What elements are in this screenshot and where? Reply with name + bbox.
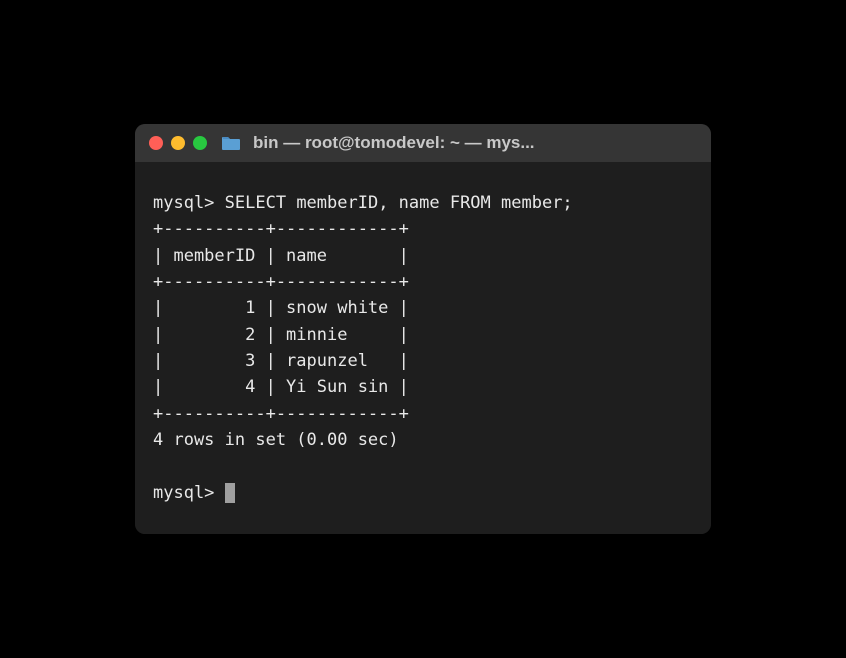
cursor-icon xyxy=(225,483,235,503)
table-row: | 3 | rapunzel | xyxy=(153,351,409,371)
maximize-icon[interactable] xyxy=(193,136,207,150)
table-row: | 4 | Yi Sun sin | xyxy=(153,377,409,397)
sql-query: SELECT memberID, name FROM member; xyxy=(225,193,573,213)
folder-icon xyxy=(221,134,241,152)
minimize-icon[interactable] xyxy=(171,136,185,150)
table-border: +----------+------------+ xyxy=(153,219,409,239)
status-text: 4 rows in set (0.00 sec) xyxy=(153,430,399,450)
table-border: +----------+------------+ xyxy=(153,272,409,292)
table-border: +----------+------------+ xyxy=(153,404,409,424)
window-title: bin — root@tomodevel: ~ — mys... xyxy=(253,133,535,153)
table-row: | 1 | snow white | xyxy=(153,298,409,318)
table-header: | memberID | name | xyxy=(153,246,409,266)
sql-prompt: mysql> xyxy=(153,193,214,213)
terminal-body[interactable]: mysql> SELECT memberID, name FROM member… xyxy=(135,162,711,534)
sql-prompt: mysql> xyxy=(153,483,225,503)
title-bar[interactable]: bin — root@tomodevel: ~ — mys... xyxy=(135,124,711,162)
terminal-window: bin — root@tomodevel: ~ — mys... mysql> … xyxy=(135,124,711,534)
close-icon[interactable] xyxy=(149,136,163,150)
traffic-lights xyxy=(149,136,207,150)
terminal-output: mysql> SELECT memberID, name FROM member… xyxy=(153,190,693,506)
table-row: | 2 | minnie | xyxy=(153,325,409,345)
